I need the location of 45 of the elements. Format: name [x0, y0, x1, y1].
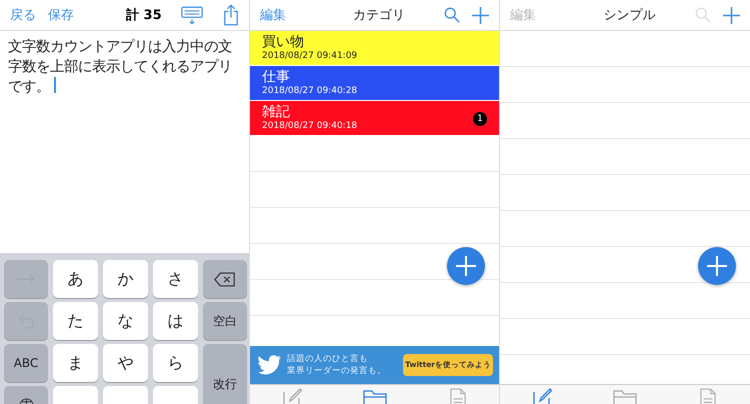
kana-key[interactable]: ま — [53, 344, 98, 382]
backspace-icon — [214, 272, 236, 286]
function-key[interactable]: 空白 — [203, 302, 247, 340]
category-date: 2018/08/27 09:40:28 — [262, 85, 358, 97]
document-tab-icon[interactable] — [700, 388, 716, 404]
text-editor[interactable]: 文字数カウントアプリは入力中の文字数を上部に表示してくれるアプリです。 — [8, 37, 243, 97]
count-badge: 1 — [473, 112, 487, 126]
add-button[interactable] — [447, 247, 485, 285]
character-count: 計 35 — [126, 6, 162, 24]
ad-text: 話題の人のひと言も 業界リーダーの発言も。 — [287, 353, 387, 377]
search-icon[interactable] — [444, 7, 460, 23]
category-name: 雑記 — [262, 104, 290, 120]
kana-key[interactable]: ら — [153, 344, 198, 382]
pencil-tab-icon[interactable] — [282, 388, 302, 404]
category-name: 買い物 — [262, 34, 304, 50]
plus-icon — [456, 256, 476, 276]
kana-key[interactable]: や — [103, 344, 148, 382]
kana-key[interactable]: か — [103, 260, 148, 298]
category-row[interactable]: 雑記 2018/08/27 09:40:18 1 — [250, 101, 499, 136]
kana-key[interactable]: さ — [153, 260, 198, 298]
screen-title: カテゴリ — [352, 7, 405, 24]
category-row[interactable]: 仕事 2018/08/27 09:40:28 — [250, 66, 499, 101]
kana-key[interactable]: あ — [53, 260, 98, 298]
bird-icon — [258, 355, 282, 375]
keyboard-icon[interactable] — [181, 6, 203, 24]
document-tab-icon[interactable] — [450, 388, 466, 404]
folder-tab-icon[interactable] — [362, 388, 386, 404]
kana-key[interactable]: な — [103, 302, 148, 340]
add-button[interactable] — [698, 247, 736, 285]
category-name: 仕事 — [262, 69, 290, 85]
category-date: 2018/08/27 09:41:09 — [262, 50, 358, 62]
delete-key[interactable] — [203, 260, 247, 298]
screen-title: シンプル — [602, 7, 656, 24]
kana-key[interactable]: た — [53, 302, 98, 340]
plus-icon — [707, 256, 727, 276]
add-icon[interactable] — [723, 6, 740, 24]
folder-tab-icon[interactable] — [612, 388, 637, 404]
add-icon[interactable] — [472, 6, 489, 24]
share-icon[interactable] — [223, 4, 239, 26]
category-date: 2018/08/27 09:40:18 — [262, 120, 358, 132]
category-row[interactable]: 買い物 2018/08/27 09:41:09 — [250, 31, 499, 66]
kana-key[interactable]: は — [153, 302, 198, 340]
return-key[interactable]: 改行 — [203, 344, 247, 404]
pencil-tab-icon[interactable] — [532, 388, 552, 404]
function-key[interactable]: ABC — [4, 344, 48, 382]
